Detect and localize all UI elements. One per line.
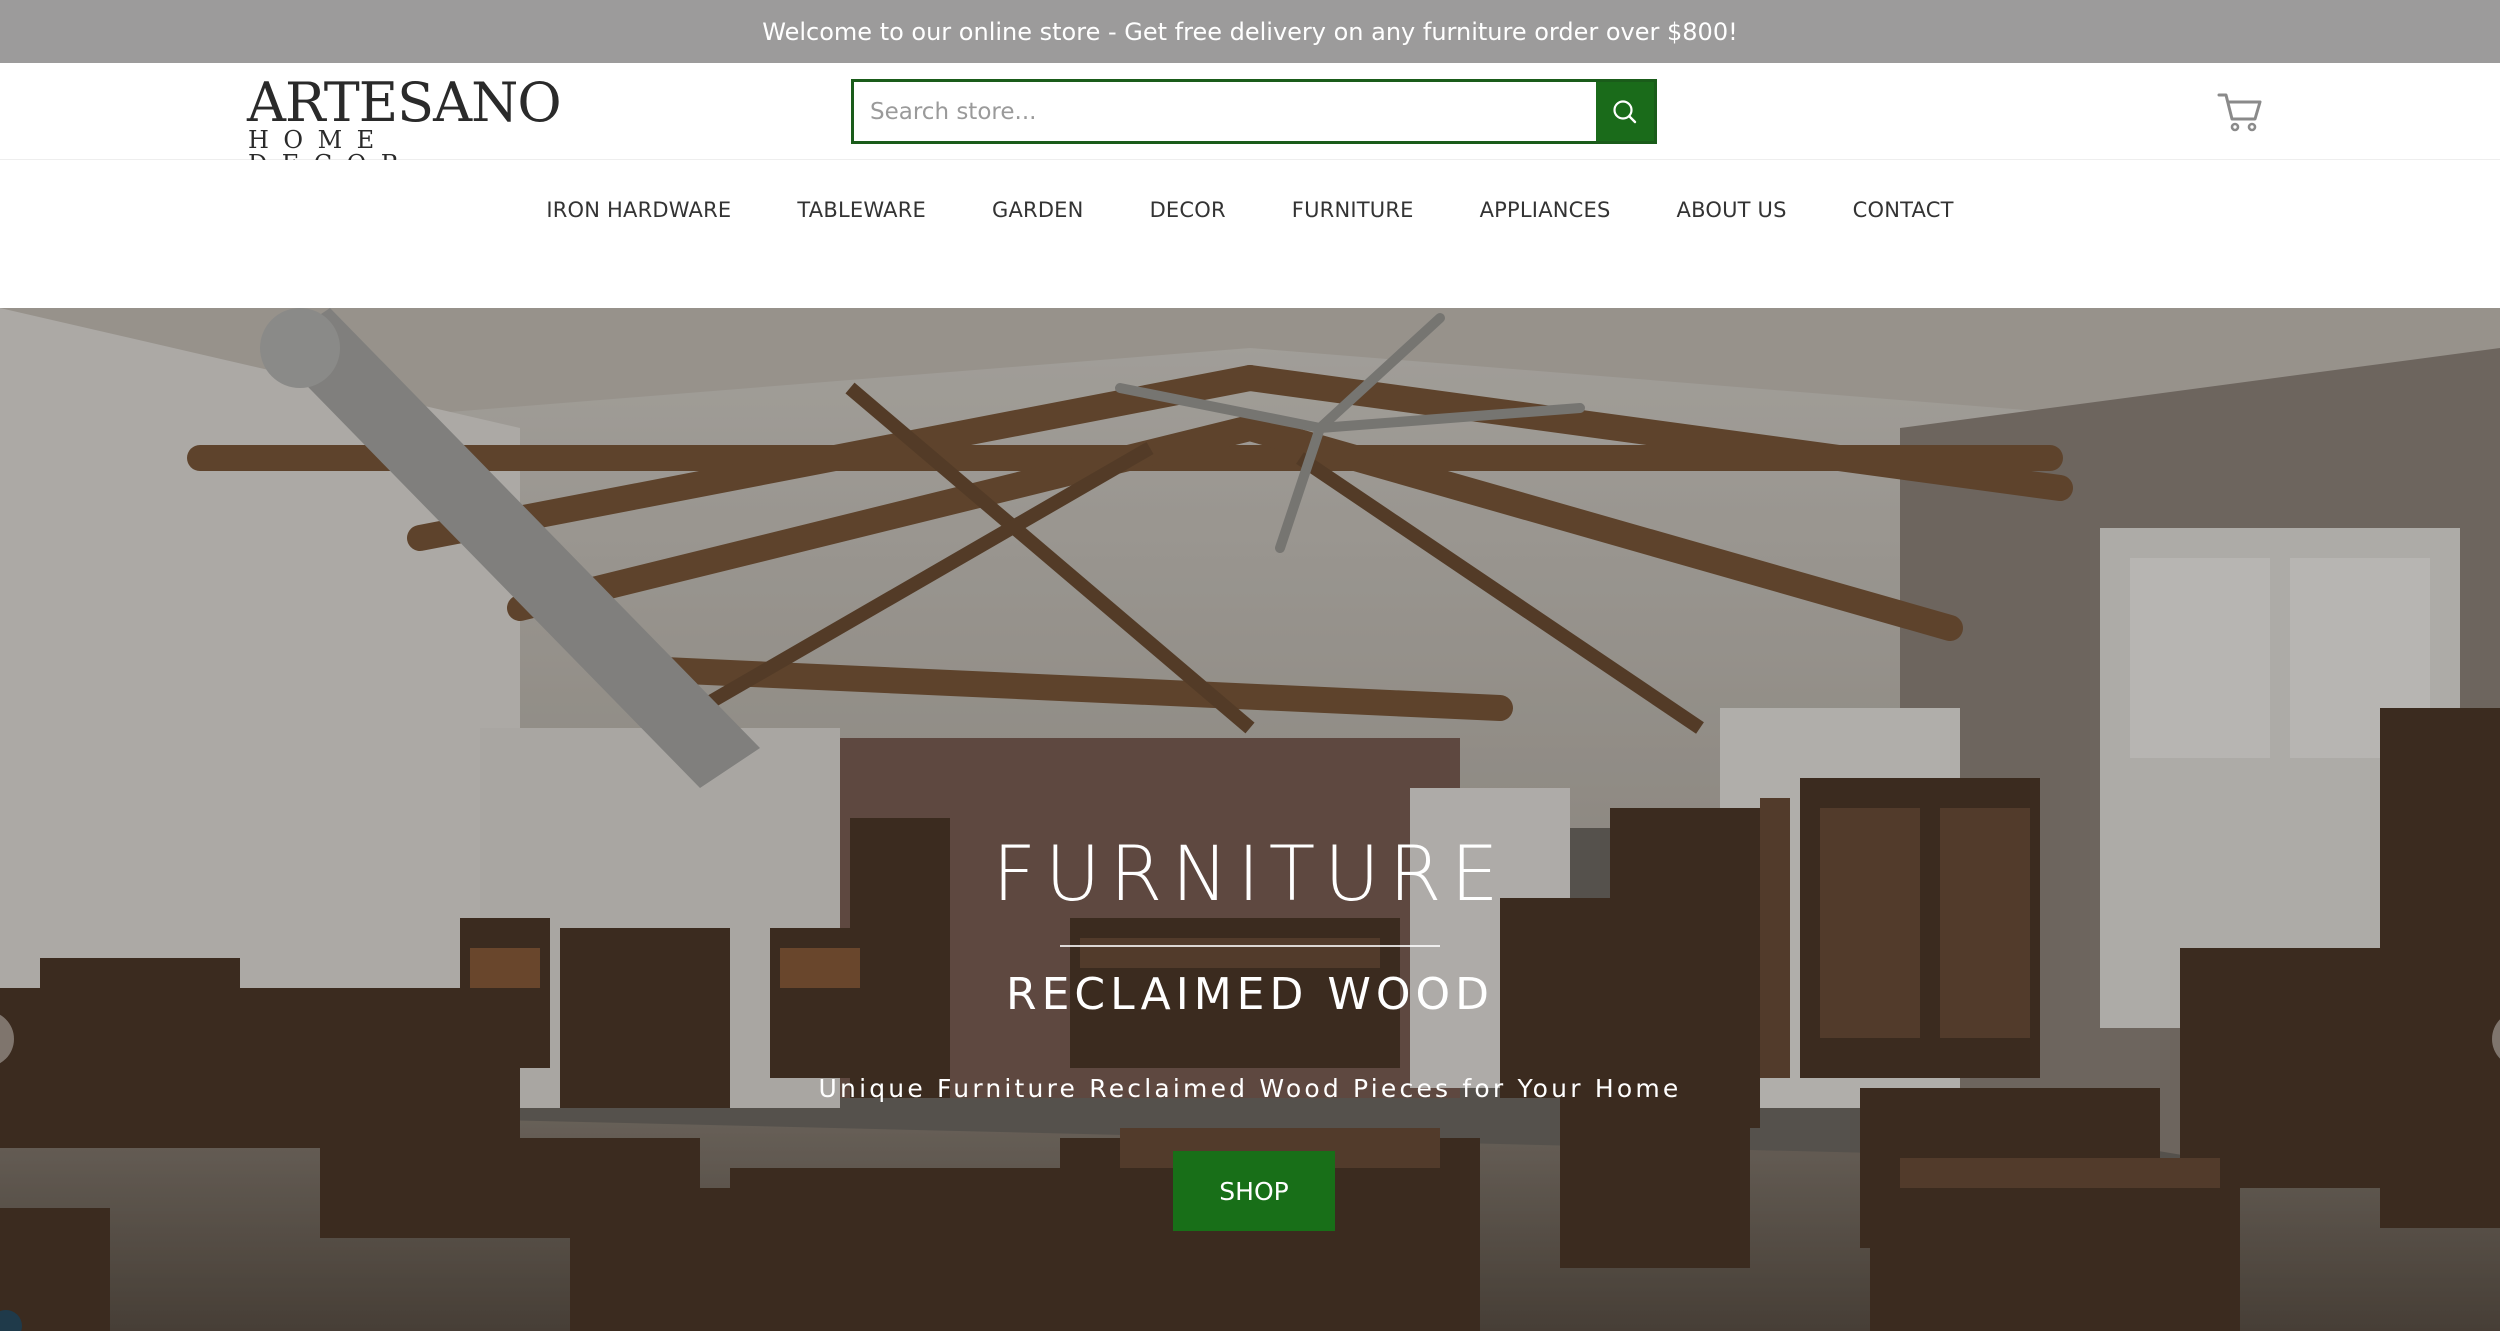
hero-divider bbox=[1060, 945, 1440, 947]
main-navigation: IRON HARDWARE TABLEWARE GARDEN DECOR FUR… bbox=[0, 160, 2500, 308]
store-logo[interactable]: ARTESANO HOME DECOR bbox=[247, 76, 562, 177]
nav-item-contact[interactable]: CONTACT bbox=[1820, 198, 1987, 222]
nav-item-iron-hardware[interactable]: IRON HARDWARE bbox=[513, 198, 764, 222]
hero-content: FURNITURE RECLAIMED WOOD Unique Furnitur… bbox=[0, 308, 2500, 1331]
search-input[interactable] bbox=[854, 82, 1596, 141]
site-header: ARTESANO HOME DECOR bbox=[0, 63, 2500, 177]
announcement-bar: Welcome to our online store - Get free d… bbox=[0, 0, 2500, 63]
shop-button[interactable]: SHOP bbox=[1173, 1151, 1335, 1231]
nav-item-appliances[interactable]: APPLIANCES bbox=[1447, 198, 1644, 222]
search-bar bbox=[851, 79, 1657, 144]
logo-line1: ARTESANO bbox=[247, 71, 562, 134]
search-icon bbox=[1613, 99, 1637, 123]
cart-icon bbox=[2217, 93, 2262, 132]
hero-tagline: Unique Furniture Reclaimed Wood Pieces f… bbox=[818, 1074, 1682, 1103]
announcement-text: Welcome to our online store - Get free d… bbox=[762, 17, 1738, 46]
cart-button[interactable] bbox=[2217, 91, 2263, 133]
hero-title: FURNITURE bbox=[992, 829, 1508, 918]
hero-subtitle: RECLAIMED WOOD bbox=[1006, 969, 1494, 1020]
nav-item-garden[interactable]: GARDEN bbox=[959, 198, 1117, 222]
nav-item-furniture[interactable]: FURNITURE bbox=[1259, 198, 1447, 222]
search-button[interactable] bbox=[1596, 82, 1654, 141]
nav-item-tableware[interactable]: TABLEWARE bbox=[764, 198, 959, 222]
hero-banner: FURNITURE RECLAIMED WOOD Unique Furnitur… bbox=[0, 308, 2500, 1331]
nav-item-about-us[interactable]: ABOUT US bbox=[1644, 198, 1820, 222]
nav-item-decor[interactable]: DECOR bbox=[1117, 198, 1259, 222]
